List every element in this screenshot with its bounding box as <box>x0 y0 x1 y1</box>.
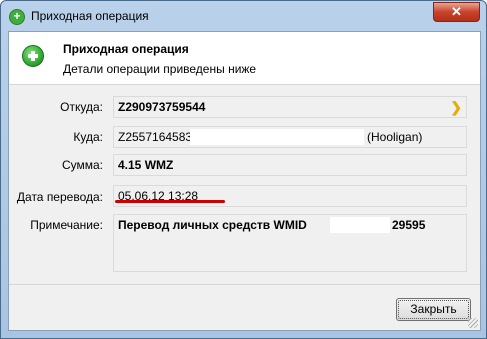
date-field: 05.06.12 13:28 <box>113 185 467 207</box>
from-label: Откуда: <box>60 100 103 114</box>
to-field: Z2557164583 (Hooligan) <box>113 126 467 148</box>
dialog-header: Приходная операция Детали операции приве… <box>9 32 480 85</box>
redacted-area <box>190 129 364 145</box>
note-value: Перевод личных средств WMID <box>118 218 307 232</box>
focus-ring <box>398 300 469 319</box>
header-subtitle: Детали операции приведены ниже <box>63 62 257 76</box>
note-field: Перевод личных средств WMID 29595 <box>113 214 467 272</box>
header-title: Приходная операция <box>63 42 189 56</box>
to-suffix: (Hooligan) <box>367 130 423 144</box>
title-bar[interactable]: + Приходная операция ✕ <box>1 1 486 31</box>
redacted-area <box>330 217 390 233</box>
from-value: Z290973759544 <box>118 100 206 114</box>
amount-value: 4.15 WMZ <box>118 158 174 172</box>
footer-divider <box>9 284 480 285</box>
plus-icon: + <box>9 9 25 25</box>
dialog-content: Приходная операция Детали операции приве… <box>8 31 481 331</box>
resize-grip[interactable] <box>468 318 478 328</box>
date-label: Дата перевода: <box>16 190 103 204</box>
to-value: Z2557164583 <box>118 130 193 144</box>
window-title: Приходная операция <box>31 9 149 23</box>
note-label: Примечание: <box>30 218 103 232</box>
plus-circle-icon <box>22 45 44 67</box>
amount-label: Сумма: <box>61 158 103 172</box>
dialog-window: + Приходная операция ✕ Приходная операци… <box>0 0 487 339</box>
chevron-right-icon[interactable]: ❯ <box>450 99 462 116</box>
to-label: Куда: <box>73 130 103 144</box>
red-underline <box>115 200 225 203</box>
from-field: Z290973759544 ❯ <box>113 96 467 118</box>
close-button[interactable]: Закрыть <box>396 298 471 321</box>
amount-field: 4.15 WMZ <box>113 154 467 176</box>
close-window-button[interactable]: ✕ <box>433 2 480 22</box>
note-value-tail: 29595 <box>392 218 426 232</box>
